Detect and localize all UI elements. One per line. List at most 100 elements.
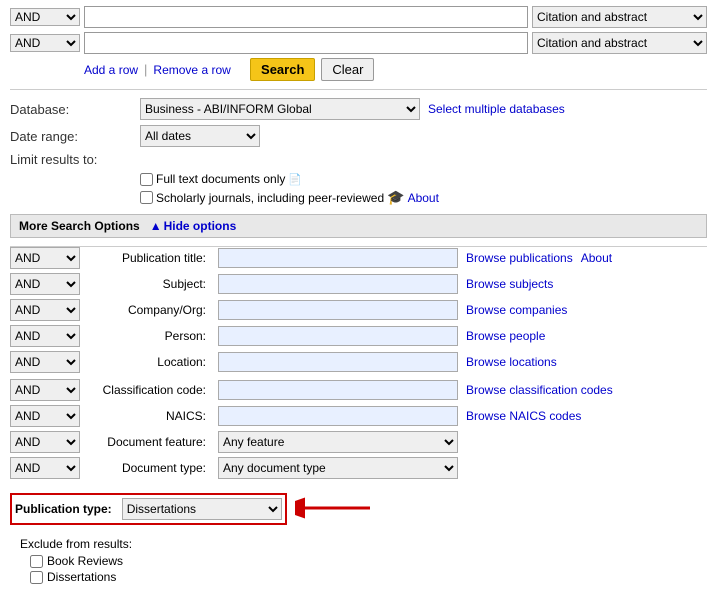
- exclude-dissertations-text: Dissertations: [47, 570, 116, 584]
- exclude-dissertations-row: Dissertations: [30, 570, 707, 584]
- pub-title-operator[interactable]: ANDORNOT: [10, 247, 80, 269]
- fulltext-checkbox[interactable]: [140, 173, 153, 186]
- exclude-dissertations-checkbox[interactable]: [30, 571, 43, 584]
- date-range-value: All dates Last year Last 5 years: [140, 125, 260, 147]
- arrow-indicator: [295, 493, 375, 526]
- database-select[interactable]: Business - ABI/INFORM Global ProQuest Ce…: [140, 98, 420, 120]
- scholarly-text: Scholarly journals, including peer-revie…: [156, 191, 384, 205]
- caret-up-icon: ▲: [150, 219, 162, 233]
- date-range-label: Date range:: [10, 129, 140, 144]
- subject-operator[interactable]: ANDORNOT: [10, 273, 80, 295]
- company-operator[interactable]: ANDORNOT: [10, 299, 80, 321]
- classification-input[interactable]: [218, 380, 458, 400]
- subject-label: Subject:: [84, 277, 214, 291]
- database-value: Business - ABI/INFORM Global ProQuest Ce…: [140, 98, 565, 120]
- exclude-dissertations-label[interactable]: Dissertations: [30, 570, 707, 584]
- scholarly-checkbox[interactable]: [140, 191, 153, 204]
- doc-feature-label: Document feature:: [84, 435, 214, 449]
- classification-operator[interactable]: ANDORNOT: [10, 379, 80, 401]
- browse-naics-link[interactable]: Browse NAICS codes: [466, 409, 581, 423]
- add-row-link[interactable]: Add a row: [84, 63, 138, 77]
- exclude-book-reviews-row: Book Reviews: [30, 554, 707, 568]
- browse-people-link[interactable]: Browse people: [466, 329, 545, 343]
- hide-options-link[interactable]: ▲ Hide options: [150, 219, 237, 233]
- fulltext-icon: 📄: [288, 173, 302, 186]
- classification-label: Classification code:: [84, 383, 214, 397]
- classification-row: ANDORNOT Classification code: Browse cla…: [10, 379, 707, 401]
- advanced-rows-group2: ANDORNOT Classification code: Browse cla…: [10, 379, 707, 479]
- company-label: Company/Org:: [84, 303, 214, 317]
- advanced-rows-group1: ANDORNOT Publication title: Browse publi…: [10, 246, 707, 373]
- pub-title-input[interactable]: [218, 248, 458, 268]
- location-label: Location:: [84, 355, 214, 369]
- pub-title-label: Publication title:: [84, 251, 214, 265]
- fulltext-label[interactable]: Full text documents only 📄: [140, 172, 302, 186]
- scholarly-label[interactable]: Scholarly journals, including peer-revie…: [140, 189, 439, 206]
- arrow-svg: [295, 493, 375, 523]
- location-input[interactable]: [218, 352, 458, 372]
- exclude-book-reviews-label[interactable]: Book Reviews: [30, 554, 707, 568]
- hide-options-text: Hide options: [164, 219, 237, 233]
- more-options-bar: More Search Options ▲ Hide options: [10, 214, 707, 238]
- browse-companies-link[interactable]: Browse companies: [466, 303, 567, 317]
- more-options-label: More Search Options: [19, 219, 140, 233]
- pub-type-select[interactable]: Any publication type Dissertations Journ…: [122, 498, 282, 520]
- operator-select-2[interactable]: AND OR NOT: [10, 34, 80, 52]
- naics-operator[interactable]: ANDORNOT: [10, 405, 80, 427]
- doc-type-select[interactable]: Any document type Article Book review Co…: [218, 457, 458, 479]
- database-row: Database: Business - ABI/INFORM Global P…: [10, 98, 707, 120]
- doc-type-label: Document type:: [84, 461, 214, 475]
- doc-type-operator[interactable]: ANDORNOT: [10, 457, 80, 479]
- location-operator[interactable]: ANDORNOT: [10, 351, 80, 373]
- subject-row: ANDORNOT Subject: Browse subjects: [10, 273, 707, 295]
- exclude-book-reviews-checkbox[interactable]: [30, 555, 43, 568]
- search-row-2: AND OR NOT Citation and abstract Abstrac…: [10, 32, 707, 54]
- naics-input[interactable]: [218, 406, 458, 426]
- subject-input[interactable]: [218, 274, 458, 294]
- field-select-2[interactable]: Citation and abstract Abstract Title Aut…: [532, 32, 707, 54]
- pub-type-box: Publication type: Any publication type D…: [10, 493, 287, 525]
- search-input-1[interactable]: [84, 6, 528, 28]
- limit-results-label: Limit results to:: [10, 152, 140, 167]
- doc-type-row: ANDORNOT Document type: Any document typ…: [10, 457, 707, 479]
- company-input[interactable]: [218, 300, 458, 320]
- pub-title-row: ANDORNOT Publication title: Browse publi…: [10, 247, 707, 269]
- exclude-results-section: Exclude from results: Book Reviews Disse…: [20, 537, 707, 584]
- naics-row: ANDORNOT NAICS: Browse NAICS codes: [10, 405, 707, 427]
- person-label: Person:: [84, 329, 214, 343]
- exclude-label: Exclude from results:: [20, 537, 707, 551]
- limit-results-label-row: Limit results to:: [10, 152, 707, 167]
- separator: |: [144, 62, 147, 77]
- browse-locations-link[interactable]: Browse locations: [466, 355, 557, 369]
- browse-classification-link[interactable]: Browse classification codes: [466, 383, 613, 397]
- browse-subjects-link[interactable]: Browse subjects: [466, 277, 553, 291]
- doc-feature-row: ANDORNOT Document feature: Any feature C…: [10, 431, 707, 453]
- search-row-1: AND OR NOT Citation and abstract Abstrac…: [10, 6, 707, 28]
- date-range-select[interactable]: All dates Last year Last 5 years: [140, 125, 260, 147]
- search-input-2[interactable]: [84, 32, 528, 54]
- publication-type-section: Publication type: Any publication type D…: [10, 487, 707, 531]
- clear-button[interactable]: Clear: [321, 58, 374, 81]
- person-input[interactable]: [218, 326, 458, 346]
- field-select-1[interactable]: Citation and abstract Abstract Title Aut…: [532, 6, 707, 28]
- location-row: ANDORNOT Location: Browse locations: [10, 351, 707, 373]
- operator-select-1[interactable]: AND OR NOT: [10, 8, 80, 26]
- row-actions: Add a row | Remove a row Search Clear: [84, 58, 707, 81]
- pub-title-about-link[interactable]: About: [581, 251, 612, 265]
- person-row: ANDORNOT Person: Browse people: [10, 325, 707, 347]
- company-row: ANDORNOT Company/Org: Browse companies: [10, 299, 707, 321]
- fulltext-limit-row: Full text documents only 📄: [140, 172, 707, 186]
- scholarly-about-link[interactable]: About: [408, 191, 439, 205]
- date-range-row: Date range: All dates Last year Last 5 y…: [10, 125, 707, 147]
- remove-row-link[interactable]: Remove a row: [153, 63, 230, 77]
- fulltext-text: Full text documents only: [156, 172, 285, 186]
- select-multiple-databases-link[interactable]: Select multiple databases: [428, 102, 565, 116]
- browse-publications-link[interactable]: Browse publications: [466, 251, 573, 265]
- person-operator[interactable]: ANDORNOT: [10, 325, 80, 347]
- naics-label: NAICS:: [84, 409, 214, 423]
- pub-type-label: Publication type:: [15, 502, 118, 516]
- doc-feature-operator[interactable]: ANDORNOT: [10, 431, 80, 453]
- search-button[interactable]: Search: [250, 58, 315, 81]
- options-section: Database: Business - ABI/INFORM Global P…: [10, 89, 707, 206]
- doc-feature-select[interactable]: Any feature Charts Diagrams Graphs Maps …: [218, 431, 458, 453]
